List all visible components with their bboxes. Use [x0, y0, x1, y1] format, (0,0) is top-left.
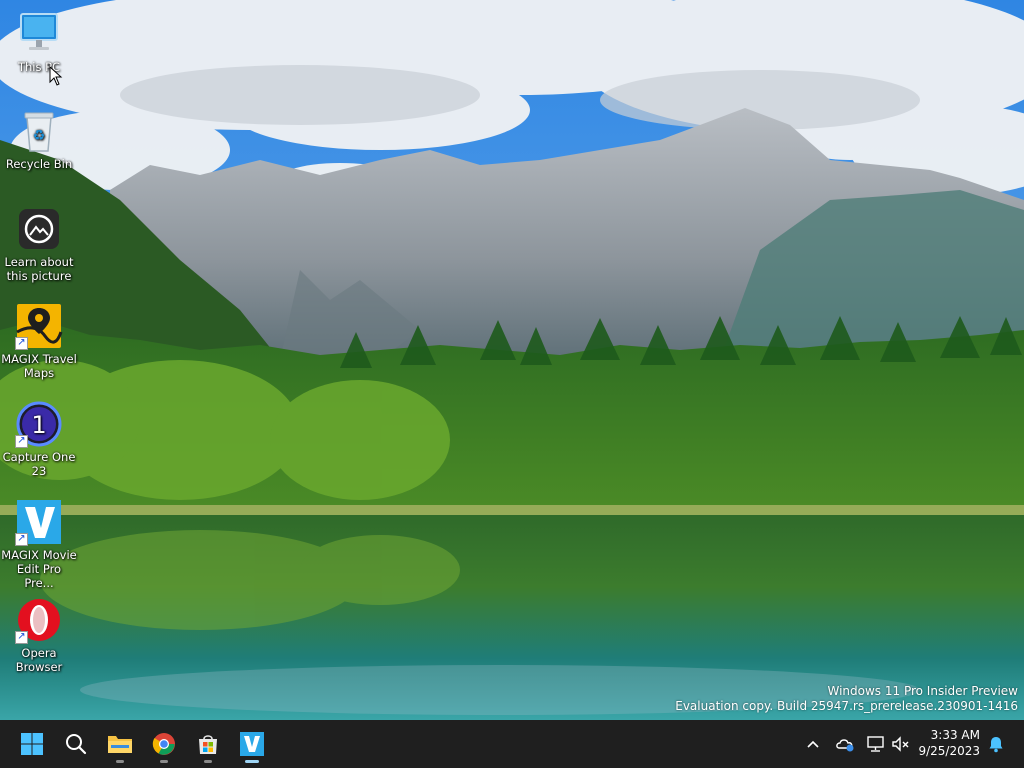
clock-time: 3:33 AM — [930, 728, 980, 742]
chevron-up-icon — [807, 740, 819, 748]
monitor-icon — [15, 10, 63, 58]
map-pin-icon: ↗ — [15, 302, 63, 350]
folder-icon — [108, 736, 132, 753]
desktop-icon-magix-travel-maps[interactable]: ↗ MAGIX Travel Maps — [1, 302, 77, 380]
chrome-icon — [152, 733, 175, 755]
taskbar-store-button[interactable] — [188, 724, 228, 764]
onedrive-button[interactable] — [835, 734, 855, 754]
taskbar-chrome-button[interactable] — [144, 724, 184, 764]
volume-button[interactable] — [891, 734, 911, 754]
volume-muted-icon — [892, 736, 909, 752]
shortcut-arrow-icon: ↗ — [15, 533, 28, 546]
capture-one-icon: 1 ↗ — [15, 400, 63, 448]
taskbar-start-button[interactable] — [12, 724, 52, 764]
running-indicator — [245, 760, 259, 763]
taskbar-search-button[interactable] — [56, 724, 96, 764]
watermark-line-1: Windows 11 Pro Insider Preview — [827, 684, 1018, 698]
svg-text:♻: ♻ — [33, 128, 46, 144]
taskbar: 3:33 AM 9/25/2023 — [0, 720, 1024, 768]
magix-v-icon: ↗ — [15, 498, 63, 546]
recycle-bin-icon: ♻ — [15, 107, 63, 155]
shortcut-arrow-icon: ↗ — [15, 631, 28, 644]
mouse-cursor-icon — [49, 65, 63, 90]
desktop-icon-label: This PC — [17, 60, 61, 74]
evaluation-watermark: Windows 11 Pro Insider Preview Evaluatio… — [675, 684, 1018, 714]
desktop-icon-capture-one[interactable]: 1 ↗ Capture One 23 — [1, 400, 77, 478]
taskbar-file-explorer-button[interactable] — [100, 724, 140, 764]
desktop-icon-label: MAGIX Travel Maps — [1, 352, 77, 380]
running-indicator — [204, 760, 212, 763]
desktop-icon-this-pc[interactable]: This PC — [1, 10, 77, 74]
desktop-icon-opera-browser[interactable]: ↗ Opera Browser — [1, 596, 77, 674]
desktop-icon-label: Recycle Bin — [5, 157, 73, 171]
svg-text:1: 1 — [31, 411, 46, 439]
taskbar-clock[interactable]: 3:33 AM 9/25/2023 — [918, 727, 980, 759]
watermark-line-2: Evaluation copy. Build 25947.rs_prerelea… — [675, 699, 1018, 713]
desktop-icon-label: Learn about this picture — [4, 255, 74, 283]
windows-start-icon — [21, 733, 43, 755]
magix-v-icon — [240, 732, 264, 756]
taskbar-magix-movie-edit-button[interactable] — [232, 724, 272, 764]
notification-center-button[interactable] — [986, 734, 1006, 754]
opera-icon: ↗ — [15, 596, 63, 644]
desktop-icon-learn-about-picture[interactable]: Learn about this picture — [1, 205, 77, 283]
running-indicator — [160, 760, 168, 763]
camera-info-icon — [15, 205, 63, 253]
onedrive-icon — [836, 739, 854, 752]
network-icon — [867, 736, 884, 752]
show-hidden-icons-button[interactable] — [803, 734, 823, 754]
clock-date: 9/25/2023 — [918, 744, 980, 758]
notification-bell-icon — [989, 737, 1003, 753]
desktop-icon-label: Opera Browser — [15, 646, 63, 674]
shortcut-arrow-icon: ↗ — [15, 435, 28, 448]
desktop-icon-label: MAGIX Movie Edit Pro Pre... — [1, 548, 77, 590]
desktop-wallpaper — [0, 0, 1024, 720]
shortcut-arrow-icon: ↗ — [15, 337, 28, 350]
running-indicator — [116, 760, 124, 763]
desktop-icon-magix-movie-edit-pro[interactable]: ↗ MAGIX Movie Edit Pro Pre... — [1, 498, 77, 590]
search-icon — [66, 734, 87, 755]
desktop-icon-label: Capture One 23 — [2, 450, 76, 478]
wallpaper-landscape-image — [0, 0, 1024, 720]
desktop-icon-recycle-bin[interactable]: ♻ Recycle Bin — [1, 107, 77, 171]
network-button[interactable] — [866, 734, 886, 754]
store-icon — [199, 735, 217, 754]
